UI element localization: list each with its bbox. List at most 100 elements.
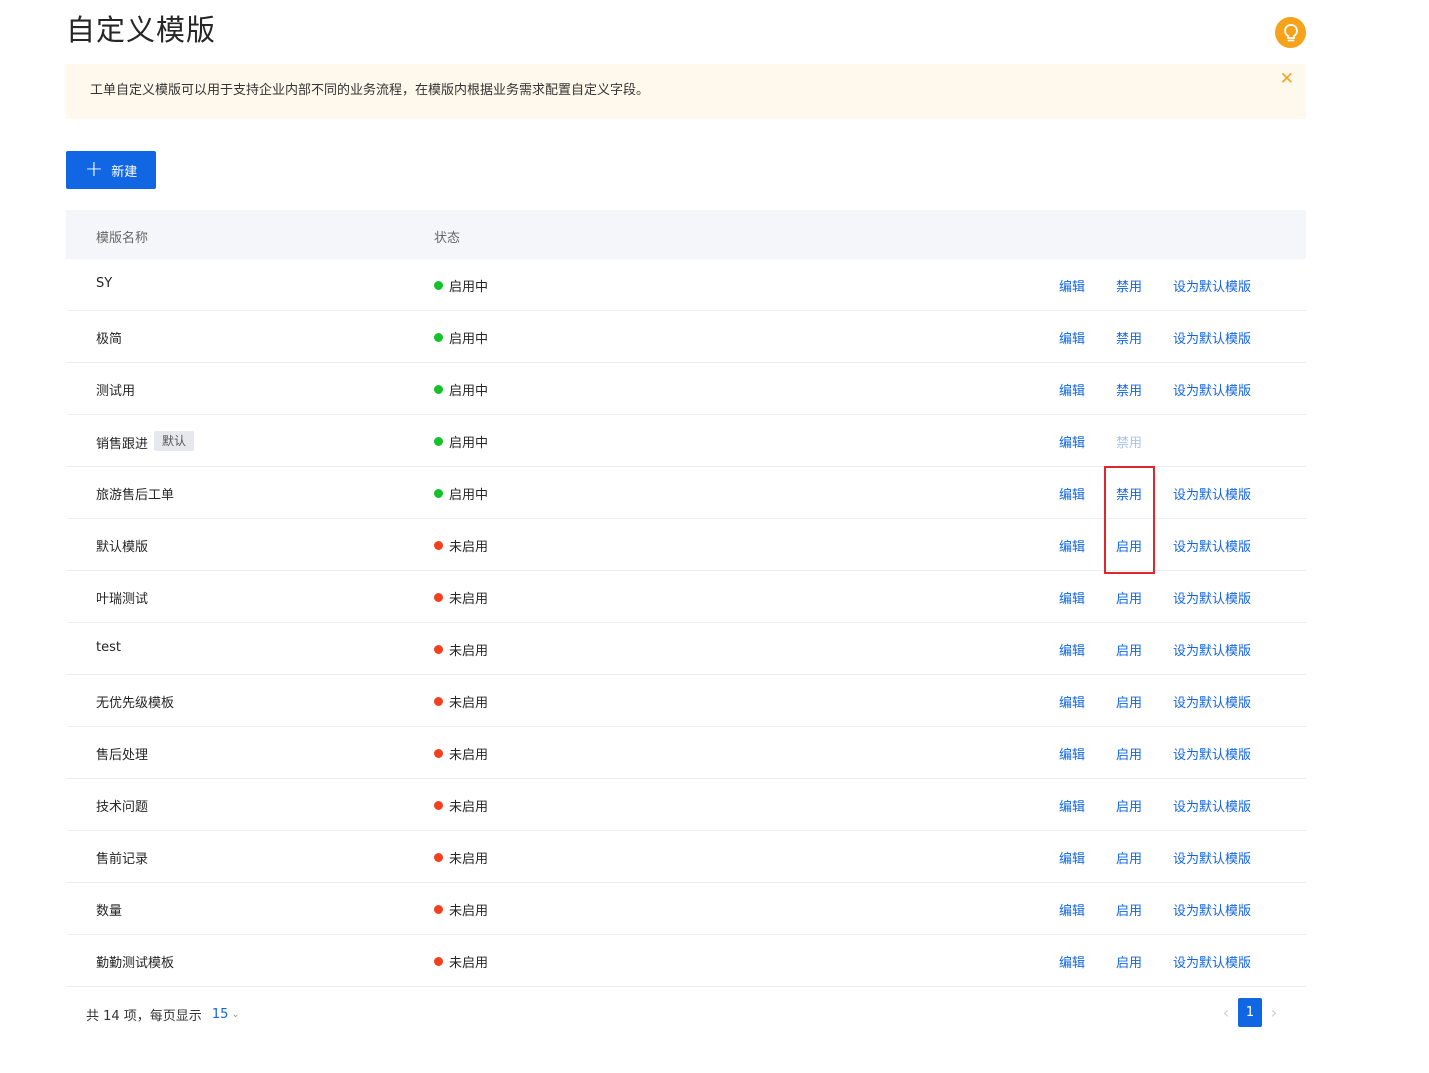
set-default-link[interactable]: 设为默认模版 bbox=[1173, 484, 1251, 503]
status-badge: 启用中 bbox=[434, 432, 488, 451]
set-default-link[interactable]: 设为默认模版 bbox=[1173, 848, 1251, 867]
enable-link[interactable]: 启用 bbox=[1116, 796, 1142, 815]
edit-link[interactable]: 编辑 bbox=[1059, 588, 1085, 607]
lightbulb-icon[interactable] bbox=[1275, 17, 1306, 48]
set-default-link[interactable]: 设为默认模版 bbox=[1173, 588, 1251, 607]
template-name-text: 默认模版 bbox=[96, 540, 149, 555]
notice-text: 工单自定义模版可以用于支持企业内部不同的业务流程，在模版内根据业务需求配置自定义… bbox=[90, 83, 650, 98]
status-dot-icon bbox=[434, 437, 443, 446]
edit-link[interactable]: 编辑 bbox=[1059, 848, 1085, 867]
edit-link[interactable]: 编辑 bbox=[1059, 276, 1085, 295]
edit-link[interactable]: 编辑 bbox=[1059, 484, 1085, 503]
status-text: 未启用 bbox=[449, 904, 489, 919]
status-badge: 启用中 bbox=[434, 276, 488, 295]
status-text: 启用中 bbox=[449, 384, 489, 399]
status-dot-icon bbox=[434, 281, 443, 290]
edit-link[interactable]: 编辑 bbox=[1059, 952, 1085, 971]
status-text: 未启用 bbox=[449, 540, 489, 555]
enable-link[interactable]: 启用 bbox=[1116, 900, 1142, 919]
template-name-text: SY bbox=[96, 276, 113, 291]
set-default-link[interactable]: 设为默认模版 bbox=[1173, 952, 1251, 971]
set-default-link[interactable]: 设为默认模版 bbox=[1173, 276, 1251, 295]
set-default-link[interactable]: 设为默认模版 bbox=[1173, 796, 1251, 815]
enable-link[interactable]: 启用 bbox=[1116, 588, 1142, 607]
template-name: test bbox=[96, 640, 121, 655]
chevron-down-icon: ⌄ bbox=[231, 1009, 240, 1020]
status-text: 未启用 bbox=[449, 696, 489, 711]
enable-link[interactable]: 启用 bbox=[1116, 640, 1142, 659]
status-badge: 未启用 bbox=[434, 640, 488, 659]
total-count: 共 14 项，每页显示 15 ⌄ bbox=[86, 1005, 240, 1024]
enable-link[interactable]: 启用 bbox=[1116, 952, 1142, 971]
status-badge: 未启用 bbox=[434, 796, 488, 815]
close-icon[interactable]: ✕ bbox=[1280, 70, 1294, 88]
new-button-label: 新建 bbox=[111, 164, 138, 180]
edit-link[interactable]: 编辑 bbox=[1059, 744, 1085, 763]
template-name-text: 叶瑞测试 bbox=[96, 592, 149, 607]
template-name: 技术问题 bbox=[96, 796, 148, 815]
status-dot-icon bbox=[434, 385, 443, 394]
status-text: 未启用 bbox=[449, 852, 489, 867]
disable-link[interactable]: 禁用 bbox=[1116, 380, 1142, 399]
lightbulb-glyph bbox=[1283, 23, 1298, 41]
disable-link[interactable]: 禁用 bbox=[1116, 276, 1142, 295]
template-name: SY bbox=[96, 276, 112, 291]
status-dot-icon bbox=[434, 801, 443, 810]
table-row: 极简 启用中 编辑 禁用 设为默认模版 bbox=[66, 311, 1306, 363]
set-default-link[interactable]: 设为默认模版 bbox=[1173, 380, 1251, 399]
disable-link[interactable]: 禁用 bbox=[1116, 484, 1142, 503]
set-default-link[interactable]: 设为默认模版 bbox=[1173, 328, 1251, 347]
enable-link[interactable]: 启用 bbox=[1116, 536, 1142, 555]
status-text: 未启用 bbox=[449, 592, 489, 607]
table-row: 旅游售后工单 启用中 编辑 禁用 设为默认模版 bbox=[66, 467, 1306, 519]
page-size-select[interactable]: 15 ⌄ bbox=[212, 1007, 240, 1022]
set-default-link[interactable]: 设为默认模版 bbox=[1173, 536, 1251, 555]
edit-link[interactable]: 编辑 bbox=[1059, 380, 1085, 399]
template-name: 销售跟进 默认 bbox=[96, 431, 195, 452]
enable-link[interactable]: 启用 bbox=[1116, 848, 1142, 867]
edit-link[interactable]: 编辑 bbox=[1059, 536, 1085, 555]
template-name: 极简 bbox=[96, 328, 122, 347]
set-default-link[interactable]: 设为默认模版 bbox=[1173, 900, 1251, 919]
disable-link[interactable]: 禁用 bbox=[1116, 328, 1142, 347]
edit-link[interactable]: 编辑 bbox=[1059, 796, 1085, 815]
edit-link[interactable]: 编辑 bbox=[1059, 640, 1085, 659]
status-text: 启用中 bbox=[449, 280, 489, 295]
prev-page-icon[interactable]: ‹ bbox=[1214, 999, 1238, 1027]
column-header-name: 模版名称 bbox=[96, 231, 149, 246]
edit-link[interactable]: 编辑 bbox=[1059, 692, 1085, 711]
status-text: 启用中 bbox=[449, 332, 489, 347]
edit-link[interactable]: 编辑 bbox=[1059, 328, 1085, 347]
set-default-link[interactable]: 设为默认模版 bbox=[1173, 744, 1251, 763]
new-template-button[interactable]: + 新建 bbox=[66, 151, 156, 189]
status-badge: 未启用 bbox=[434, 588, 488, 607]
status-badge: 未启用 bbox=[434, 900, 488, 919]
table-row: 售前记录 未启用 编辑 启用 设为默认模版 bbox=[66, 831, 1306, 883]
enable-link[interactable]: 启用 bbox=[1116, 744, 1142, 763]
template-name-text: test bbox=[96, 640, 121, 655]
status-text: 未启用 bbox=[449, 644, 489, 659]
table-body: SY 启用中 编辑 禁用 设为默认模版 极简 启用中 编辑 禁用 设为默认模版 测试用 启用中 编辑 禁用… bbox=[66, 259, 1306, 987]
status-badge: 启用中 bbox=[434, 328, 488, 347]
status-text: 未启用 bbox=[449, 748, 489, 763]
info-notice: 工单自定义模版可以用于支持企业内部不同的业务流程，在模版内根据业务需求配置自定义… bbox=[66, 64, 1306, 119]
template-name: 测试用 bbox=[96, 380, 135, 399]
edit-link[interactable]: 编辑 bbox=[1059, 432, 1085, 451]
table-row: test 未启用 编辑 启用 设为默认模版 bbox=[66, 623, 1306, 675]
page-number-current[interactable]: 1 bbox=[1238, 998, 1262, 1027]
table-row: SY 启用中 编辑 禁用 设为默认模版 bbox=[66, 259, 1306, 311]
template-name-text: 销售跟进 bbox=[96, 436, 149, 452]
status-text: 未启用 bbox=[449, 956, 489, 971]
next-page-icon[interactable]: › bbox=[1262, 999, 1286, 1027]
status-badge: 启用中 bbox=[434, 380, 488, 399]
set-default-link[interactable]: 设为默认模版 bbox=[1173, 692, 1251, 711]
status-dot-icon bbox=[434, 593, 443, 602]
set-default-link[interactable]: 设为默认模版 bbox=[1173, 640, 1251, 659]
status-dot-icon bbox=[434, 905, 443, 914]
enable-link[interactable]: 启用 bbox=[1116, 692, 1142, 711]
table-header: 模版名称 状态 bbox=[66, 210, 1306, 259]
edit-link[interactable]: 编辑 bbox=[1059, 900, 1085, 919]
template-name-text: 数量 bbox=[96, 904, 123, 919]
template-name-text: 勤勤测试模板 bbox=[96, 956, 175, 971]
status-badge: 未启用 bbox=[434, 952, 488, 971]
